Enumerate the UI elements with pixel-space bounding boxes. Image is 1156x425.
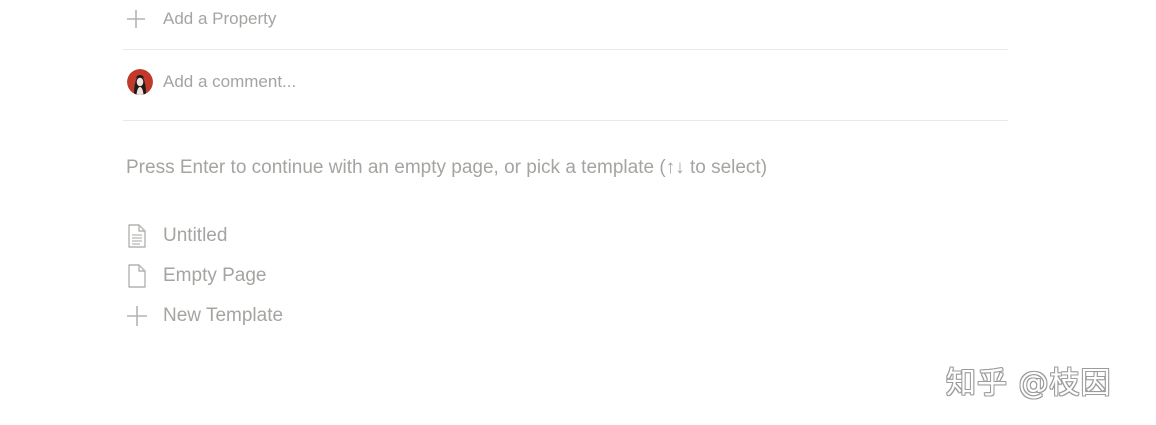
template-item-empty-page[interactable]: Empty Page	[124, 256, 524, 296]
document-blank-icon	[124, 263, 150, 289]
page: Add a Property Press Enter to continue w…	[0, 0, 1156, 425]
avatar	[127, 69, 153, 95]
divider	[123, 120, 1008, 121]
template-label: New Template	[163, 305, 284, 326]
document-lines-icon	[124, 223, 150, 249]
template-list: Untitled Empty Page New Template	[124, 216, 524, 336]
plus-icon	[124, 303, 150, 329]
add-property-label: Add a Property	[163, 9, 277, 28]
plus-icon	[127, 10, 145, 28]
add-property-button[interactable]: Add a Property	[125, 4, 276, 34]
new-template-button[interactable]: New Template	[124, 296, 524, 336]
comment-input[interactable]	[163, 72, 663, 92]
divider	[123, 49, 1008, 50]
watermark: 知乎 @枝因	[946, 366, 1112, 401]
template-hint: Press Enter to continue with an empty pa…	[126, 157, 768, 178]
comment-row	[127, 68, 663, 96]
template-label: Empty Page	[163, 265, 267, 286]
template-label: Untitled	[163, 225, 228, 246]
template-item-untitled[interactable]: Untitled	[124, 216, 524, 256]
